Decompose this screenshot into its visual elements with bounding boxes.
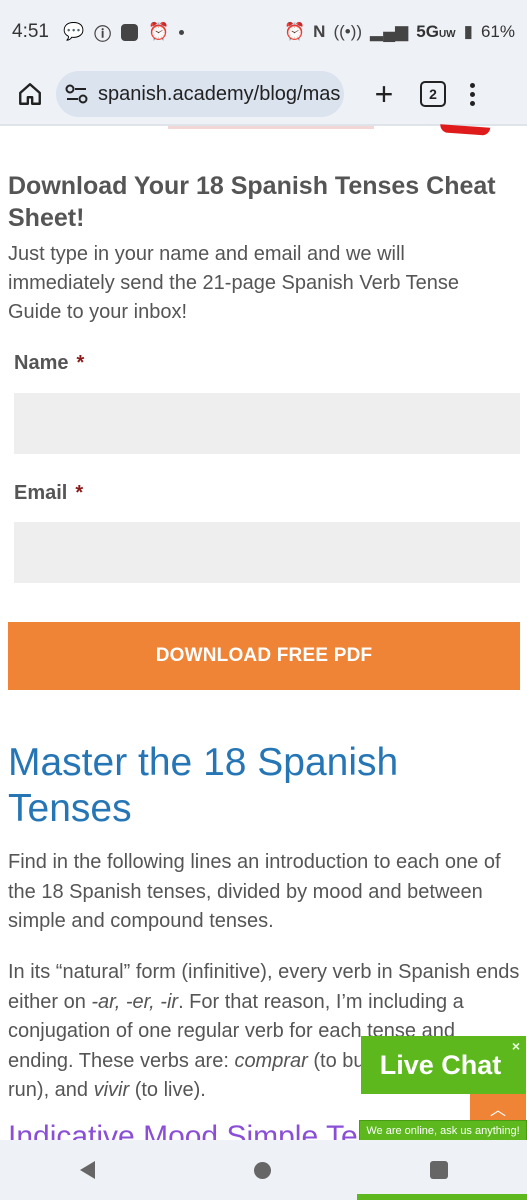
name-label: Name * [14,352,85,374]
image-bottom-edge [168,126,374,129]
tab-count: 2 [429,86,437,102]
site-settings-icon[interactable] [64,83,90,105]
notification-icons: 💬 ⓘ ⏰ [62,20,185,45]
system-navigation-bar [0,1140,527,1200]
scroll-to-top-button[interactable]: ︿ [470,1094,526,1120]
chat-bubble-icon: 💬 [62,22,85,41]
address-bar[interactable]: spanish.academy/blog/mas [56,71,344,117]
network-type: 5GUW [416,22,456,41]
alarm-icon: ⏰ [283,22,306,41]
browser-toolbar: spanish.academy/blog/mas + 2 [0,64,527,124]
download-pdf-button[interactable]: DOWNLOAD FREE PDF [8,622,520,690]
home-button[interactable] [12,76,48,112]
more-vert-icon [470,82,475,88]
system-icons: ⏰ N ((•)) ▂▄▆ 5GUW ▮ 61% [284,22,515,42]
app-square-icon [121,23,139,41]
info-icon: ⓘ [94,24,112,44]
tab-switcher-button[interactable]: 2 [420,81,446,107]
battery-icon: ▮ [463,22,473,41]
email-label: Email * [14,482,84,504]
home-icon [19,83,41,105]
form-description: Just type in your name and email and we … [8,243,460,323]
nfc-icon: N [313,22,326,41]
overflow-menu-button[interactable] [470,82,475,106]
battery-level: 61% [480,22,515,41]
required-mark: * [75,482,84,504]
live-chat-label: Live Chat [379,1049,502,1080]
name-input[interactable] [14,393,520,454]
signal-icon: ▂▄▆ [370,22,409,41]
live-chat-button[interactable]: Live Chat × [361,1036,526,1094]
new-tab-button[interactable]: + [366,76,402,112]
intro-paragraph: Find in the following lines an introduct… [8,851,501,932]
alarm-icon: ⏰ [148,22,170,41]
back-icon[interactable] [79,1161,95,1179]
home-circle-icon[interactable] [253,1161,271,1179]
close-icon[interactable]: × [512,1038,520,1054]
form-title: Download Your 18 Spanish Tenses Cheat Sh… [8,172,496,232]
article-heading: Master the 18 Spanish Tenses [8,741,399,830]
recent-apps-icon[interactable] [429,1161,448,1179]
plus-icon: + [374,76,394,112]
hotspot-icon: ((•)) [333,22,363,41]
chat-online-banner[interactable]: We are online, ask us anything! [359,1120,527,1142]
email-input[interactable] [14,522,520,583]
chevron-up-icon: ︿ [489,1102,506,1119]
status-time: 4:51 [12,21,49,42]
chat-widget-edge [357,1194,527,1200]
dot-icon [179,29,185,35]
required-mark: * [76,352,85,374]
url-text[interactable]: spanish.academy/blog/mas [98,83,340,106]
status-bar: 4:51 💬 ⓘ ⏰ ⏰ N ((•)) ▂▄▆ 5GUW ▮ 61% [0,0,527,64]
